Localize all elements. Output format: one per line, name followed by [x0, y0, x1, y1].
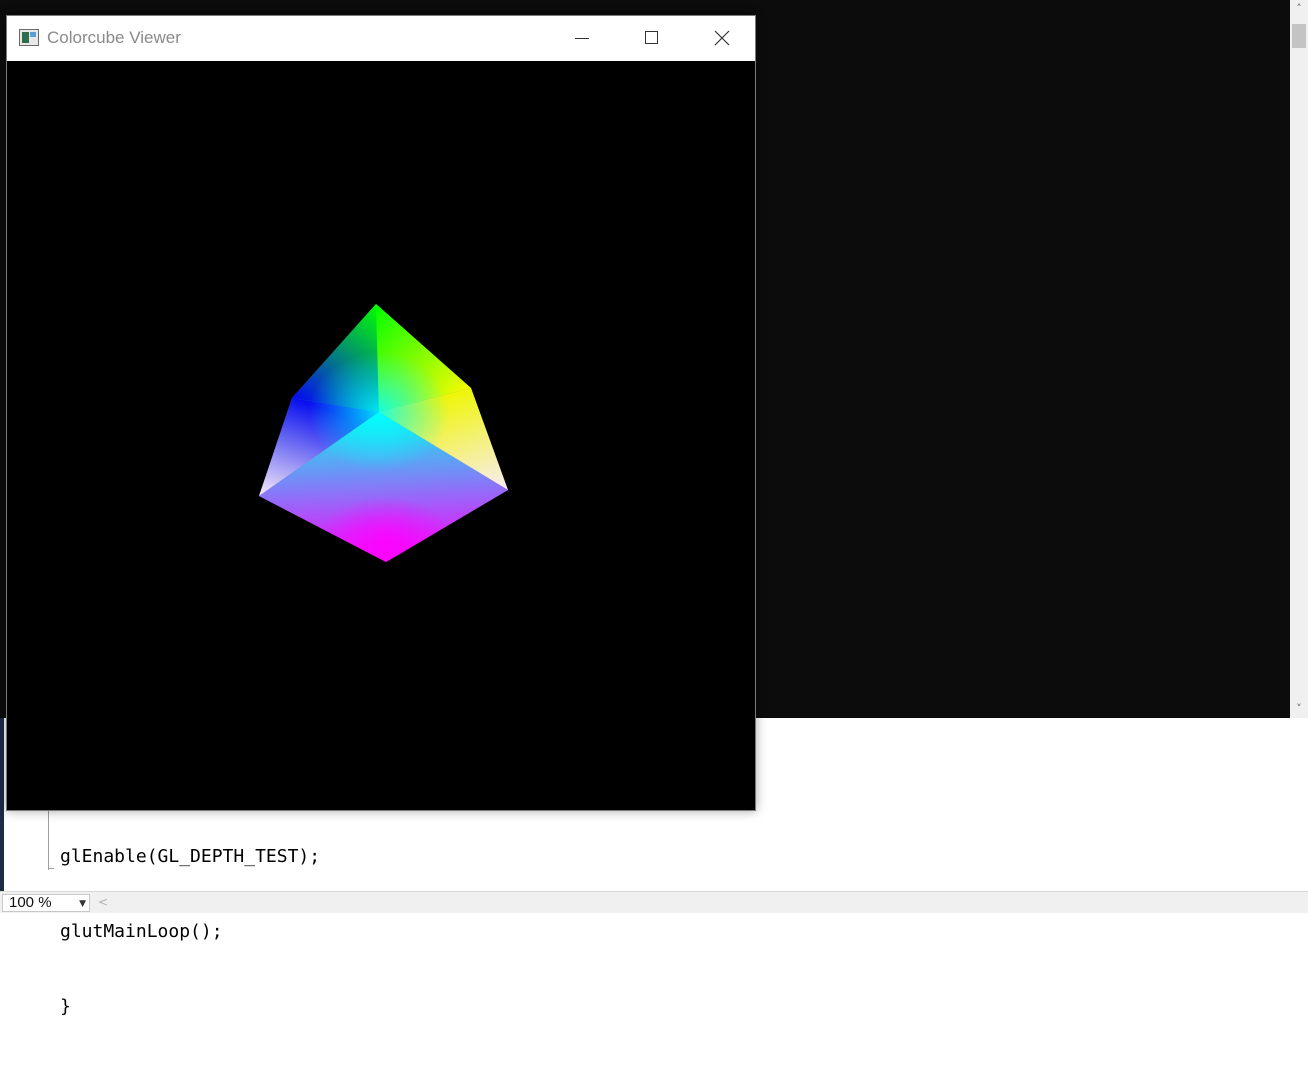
- scrollbar-thumb[interactable]: [1292, 24, 1306, 48]
- zoom-dropdown[interactable]: 100 % ▼: [2, 894, 90, 912]
- colorcube-viewer-window[interactable]: Colorcube Viewer: [6, 15, 756, 811]
- dropdown-caret-icon[interactable]: ▼: [79, 896, 86, 912]
- close-button[interactable]: [687, 16, 757, 61]
- code-text[interactable]: glEnable(GL_DEPTH_TEST); glutMainLoop();…: [60, 794, 320, 1069]
- color-cube: [259, 304, 508, 562]
- maximize-icon: [645, 31, 658, 44]
- minimize-icon: [575, 38, 589, 39]
- minimize-button[interactable]: [547, 16, 617, 61]
- maximize-button[interactable]: [617, 16, 687, 61]
- editor-left-strip: [0, 718, 4, 891]
- console-vertical-scrollbar[interactable]: ˄ ˅: [1290, 0, 1308, 718]
- cube-bottom-glow: [316, 497, 456, 562]
- window-titlebar[interactable]: Colorcube Viewer: [7, 16, 755, 61]
- scroll-down-arrow-icon[interactable]: ˅: [1290, 700, 1308, 718]
- zoom-value: 100 %: [9, 894, 52, 911]
- close-icon: [714, 30, 730, 46]
- cube-center-glow: [309, 352, 449, 472]
- code-line[interactable]: glutMainLoop();: [60, 919, 320, 944]
- app-window-icon: [19, 29, 39, 46]
- code-fold-end: [48, 868, 54, 869]
- scroll-left-arrow-icon[interactable]: <: [98, 895, 108, 909]
- window-title: Colorcube Viewer: [47, 28, 181, 47]
- editor-status-bar: 100 % ▼ <: [0, 891, 1308, 913]
- scroll-up-arrow-icon[interactable]: ˄: [1290, 0, 1308, 18]
- code-line[interactable]: }: [60, 994, 320, 1019]
- code-line[interactable]: glEnable(GL_DEPTH_TEST);: [60, 844, 320, 869]
- opengl-viewport[interactable]: [7, 62, 755, 810]
